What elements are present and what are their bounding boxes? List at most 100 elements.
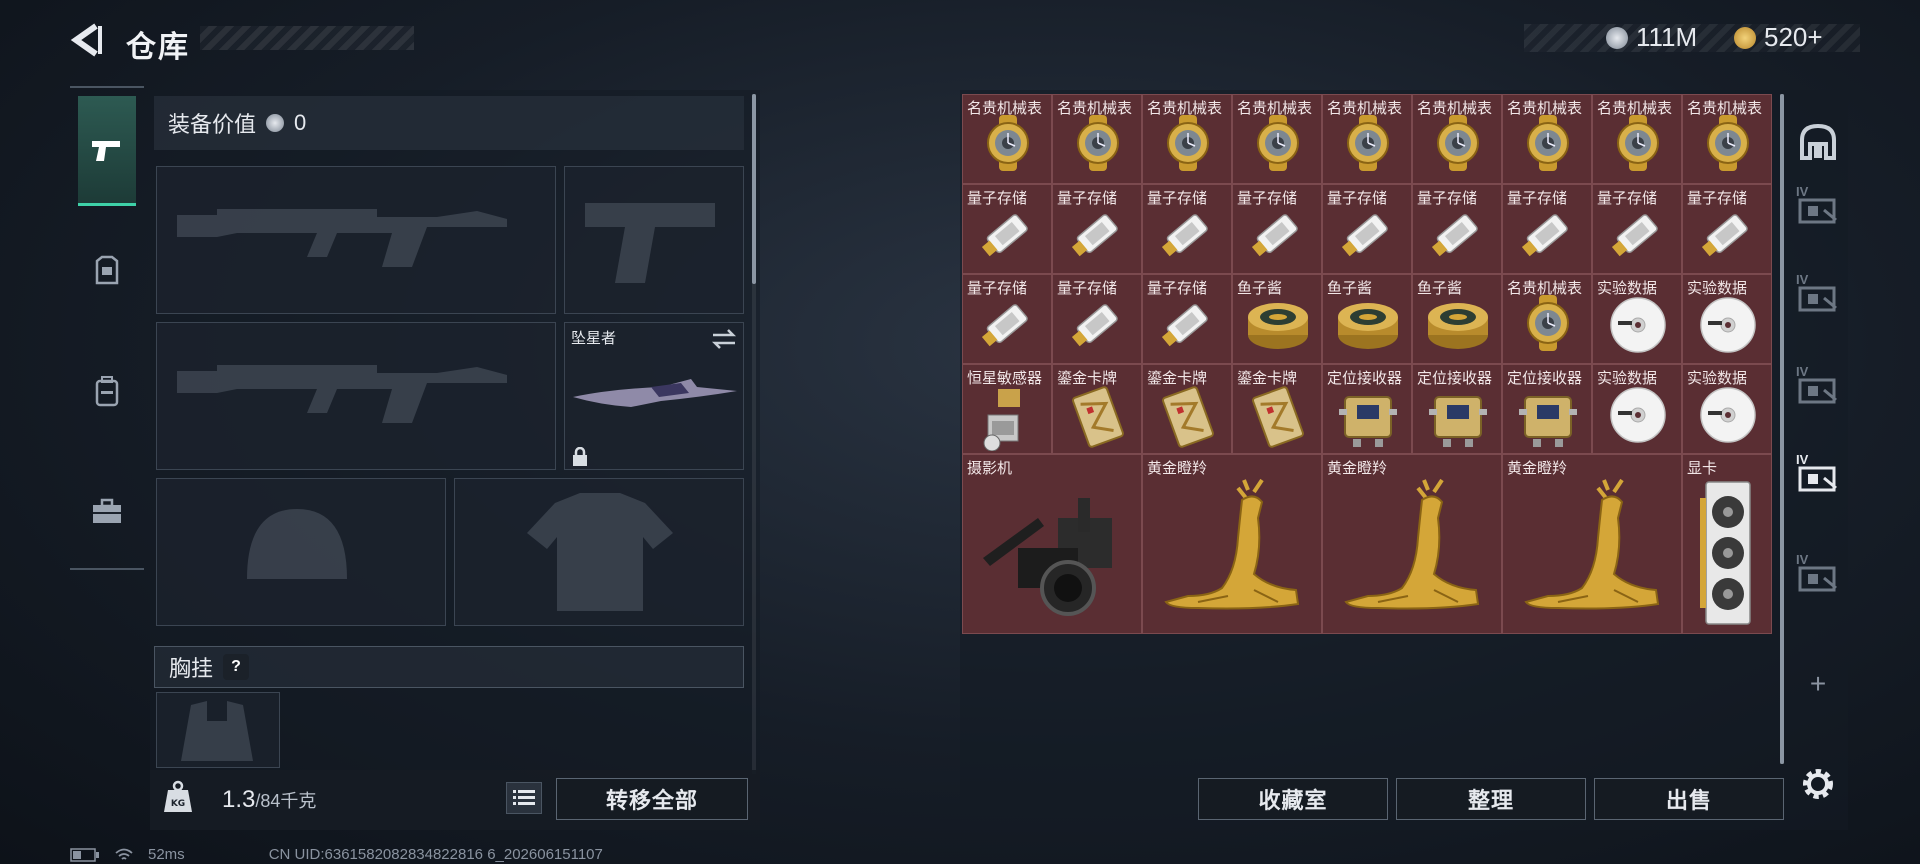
helmet-silhouette-icon — [247, 509, 347, 579]
tab-backpack[interactable] — [78, 336, 136, 446]
watch-icon — [1527, 115, 1569, 171]
storage-item-row3-7[interactable]: 实验数据 — [1592, 274, 1682, 364]
side-tab-case-2[interactable]: IV — [1790, 264, 1846, 324]
pistol-slot[interactable] — [564, 166, 744, 314]
storage-grid: 名贵机械表 名贵机械表 名贵机械表 名贵机械表 名贵机械表 名贵机械表 名贵机械表 名贵机械表… — [962, 94, 1774, 636]
secondary-weapon-slot[interactable] — [156, 322, 556, 470]
list-view-button[interactable] — [506, 782, 542, 814]
storage-item-row3-2[interactable]: 量子存储 — [1142, 274, 1232, 364]
storage-item-row3-8[interactable]: 实验数据 — [1682, 274, 1772, 364]
storage-item-row1-7[interactable]: 名贵机械表 — [1592, 94, 1682, 184]
transfer-all-button[interactable]: 转移全部 — [556, 778, 748, 820]
storage-item-row4-1[interactable]: 鎏金卡牌 — [1052, 364, 1142, 454]
toolbox-icon — [93, 498, 121, 523]
storage-item-label: 实验数据 — [1687, 370, 1748, 387]
side-tab-case-1[interactable]: IV — [1790, 176, 1846, 236]
tab-toolbox[interactable] — [78, 456, 136, 566]
storage-item-row3-5[interactable]: 鱼子酱 — [1412, 274, 1502, 364]
storage-item-label: 名贵机械表 — [1687, 100, 1763, 117]
side-tab-case-5[interactable]: IV — [1790, 544, 1846, 604]
storage-item-big-4[interactable]: 显卡 — [1682, 454, 1772, 634]
storage-item-row2-8[interactable]: 量子存储 — [1682, 184, 1772, 274]
sell-button[interactable]: 出售 — [1594, 778, 1784, 820]
storage-item-row4-6[interactable]: 定位接收器 — [1502, 364, 1592, 454]
gilded-card-icon — [1072, 386, 1124, 448]
storage-item-row1-5[interactable]: 名贵机械表 — [1412, 94, 1502, 184]
side-tab-case-4[interactable]: IV — [1790, 444, 1846, 504]
storage-item-big-3[interactable]: 黄金瞪羚 — [1502, 454, 1682, 634]
storage-item-row4-5[interactable]: 定位接收器 — [1412, 364, 1502, 454]
helmet-slot[interactable] — [156, 478, 446, 626]
storage-item-row2-0[interactable]: 量子存储 — [962, 184, 1052, 274]
storage-item-row1-3[interactable]: 名贵机械表 — [1232, 94, 1322, 184]
storage-item-row2-1[interactable]: 量子存储 — [1052, 184, 1142, 274]
melee-slot[interactable]: 坠星者 — [564, 322, 744, 470]
storage-item-row2-3[interactable]: 量子存储 — [1232, 184, 1322, 274]
usb-drive-icon — [1341, 214, 1388, 257]
page-title: 仓库 — [126, 31, 190, 64]
storage-item-row2-6[interactable]: 量子存储 — [1502, 184, 1592, 274]
watch-icon — [1167, 115, 1209, 171]
body-armor-slot[interactable] — [454, 478, 744, 626]
tab-weapons[interactable] — [78, 96, 136, 206]
collection-room-button[interactable]: 收藏室 — [1198, 778, 1388, 820]
storage-item-label: 名贵机械表 — [1237, 100, 1313, 117]
storage-item-row2-4[interactable]: 量子存储 — [1322, 184, 1412, 274]
melee-name: 坠星者 — [571, 330, 617, 347]
storage-item-row3-3[interactable]: 鱼子酱 — [1232, 274, 1322, 364]
storage-item-row1-8[interactable]: 名贵机械表 — [1682, 94, 1772, 184]
storage-item-label: 鎏金卡牌 — [1057, 370, 1118, 387]
equipment-scrollbar[interactable] — [752, 94, 756, 284]
primary-weapon-slot[interactable] — [156, 166, 556, 314]
storage-item-label: 量子存储 — [1507, 190, 1568, 207]
chest-rig-slot[interactable] — [156, 692, 280, 768]
storage-item-label: 量子存储 — [1417, 190, 1478, 207]
storage-item-row3-6[interactable]: 名贵机械表 — [1502, 274, 1592, 364]
storage-item-label: 量子存储 — [1237, 190, 1298, 207]
storage-item-row4-3[interactable]: 鎏金卡牌 — [1232, 364, 1322, 454]
storage-item-row1-1[interactable]: 名贵机械表 — [1052, 94, 1142, 184]
usb-drive-icon — [1611, 214, 1658, 257]
lock-icon — [573, 447, 587, 466]
usb-drive-icon — [1161, 214, 1208, 257]
storage-scrollbar[interactable] — [1780, 94, 1784, 764]
usb-drive-icon — [981, 214, 1028, 257]
side-tab-case-3[interactable]: IV — [1790, 356, 1846, 416]
storage-item-row3-4[interactable]: 鱼子酱 — [1322, 274, 1412, 364]
storage-item-big-1[interactable]: 黄金瞪羚 — [1142, 454, 1322, 634]
sort-button[interactable]: 整理 — [1396, 778, 1586, 820]
storage-item-row3-0[interactable]: 量子存储 — [962, 274, 1052, 364]
settings-gear-icon[interactable] — [1796, 762, 1840, 806]
swap-icon[interactable] — [711, 329, 737, 349]
svg-text:KG: KG — [171, 799, 185, 809]
storage-item-row4-7[interactable]: 实验数据 — [1592, 364, 1682, 454]
storage-item-label: 名贵机械表 — [1507, 280, 1583, 297]
weight-current: 1.3 — [222, 786, 256, 813]
side-tab-add[interactable]: + — [1790, 654, 1846, 714]
storage-item-row4-2[interactable]: 鎏金卡牌 — [1142, 364, 1232, 454]
currency-coins-value: 111M — [1636, 22, 1698, 52]
storage-item-big-2[interactable]: 黄金瞪羚 — [1322, 454, 1502, 634]
storage-item-row2-5[interactable]: 量子存储 — [1412, 184, 1502, 274]
help-button[interactable]: ? — [223, 654, 250, 680]
tab-armor[interactable] — [78, 216, 136, 326]
storage-item-big-0[interactable]: 摄影机 — [962, 454, 1142, 634]
watch-icon — [987, 115, 1029, 171]
storage-item-row4-8[interactable]: 实验数据 — [1682, 364, 1772, 454]
storage-item-row1-2[interactable]: 名贵机械表 — [1142, 94, 1232, 184]
storage-item-row2-2[interactable]: 量子存储 — [1142, 184, 1232, 274]
storage-item-row1-0[interactable]: 名贵机械表 — [962, 94, 1052, 184]
storage-item-row2-7[interactable]: 量子存储 — [1592, 184, 1682, 274]
usb-drive-icon — [1161, 304, 1208, 347]
back-arrow-icon[interactable] — [68, 20, 108, 60]
side-tab-vault[interactable] — [1790, 112, 1846, 172]
watch-icon — [1707, 115, 1749, 171]
storage-item-row3-1[interactable]: 量子存储 — [1052, 274, 1142, 364]
data-disc-icon — [1610, 387, 1666, 443]
storage-item-row1-6[interactable]: 名贵机械表 — [1502, 94, 1592, 184]
storage-item-row1-4[interactable]: 名贵机械表 — [1322, 94, 1412, 184]
storage-item-row4-4[interactable]: 定位接收器 — [1322, 364, 1412, 454]
data-disc-icon — [1700, 387, 1756, 443]
equipment-nav — [70, 86, 144, 570]
storage-item-row4-0[interactable]: 恒星敏感器 — [962, 364, 1052, 454]
